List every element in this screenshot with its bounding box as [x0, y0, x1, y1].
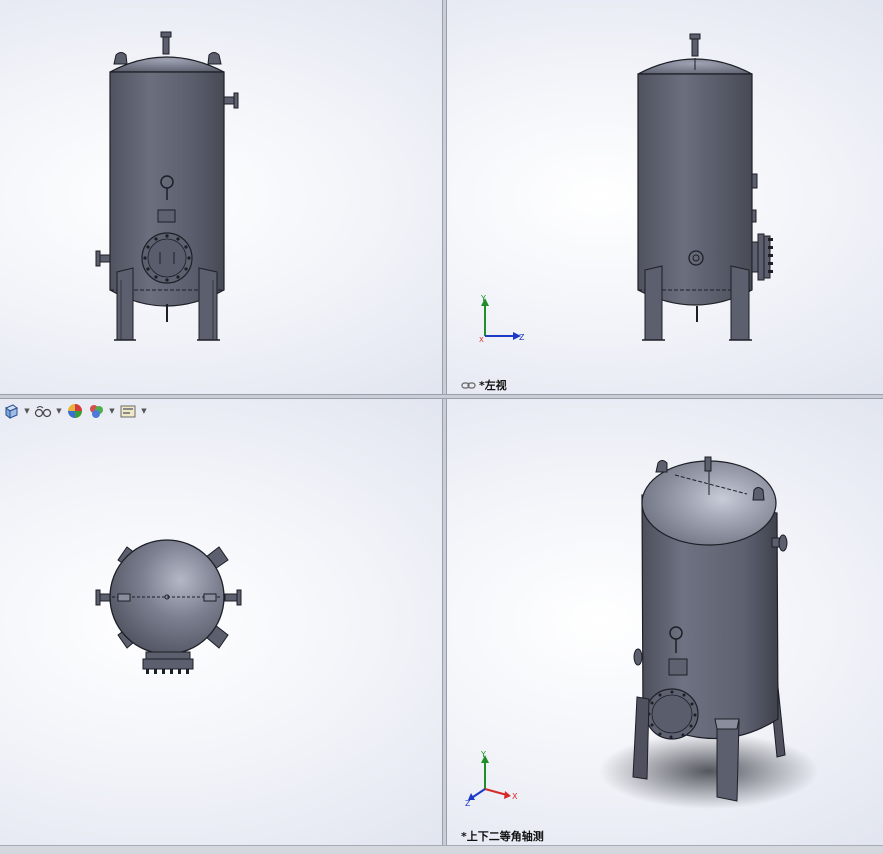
viewport-horizontal-splitter[interactable]: [0, 394, 883, 399]
triad-y-label: Y: [480, 751, 486, 759]
coordinate-triad-icon: Y X Z: [465, 751, 518, 807]
triad-y-label: Y: [480, 294, 486, 303]
viewport-left-view[interactable]: Y Z X *左视: [447, 0, 883, 394]
link-chain-icon: [461, 381, 476, 389]
view-name-label: *上下二等角轴测: [461, 828, 544, 844]
triad-x-label: X: [479, 336, 484, 344]
status-bar: [0, 845, 883, 854]
viewport-front[interactable]: [0, 0, 442, 394]
viewport-isometric[interactable]: Y X Z *上下二等角轴测: [447, 399, 883, 845]
view-name-label: *左视: [461, 377, 507, 393]
vessel-front-view: [95, 31, 239, 341]
viewport-vertical-splitter[interactable]: [442, 0, 447, 845]
coordinate-triad-icon: Y Z X: [479, 294, 525, 344]
triad-z-label: Z: [519, 333, 525, 342]
triad-x-label: X: [512, 792, 518, 801]
view-name-text: *上下二等角轴测: [461, 830, 544, 843]
view-name-text: *左视: [479, 379, 507, 392]
viewport-top-view[interactable]: ▼ ▼ ▼ ▼: [0, 399, 442, 845]
vessel-top-view: [95, 539, 242, 674]
triad-z-label: Z: [465, 799, 471, 807]
